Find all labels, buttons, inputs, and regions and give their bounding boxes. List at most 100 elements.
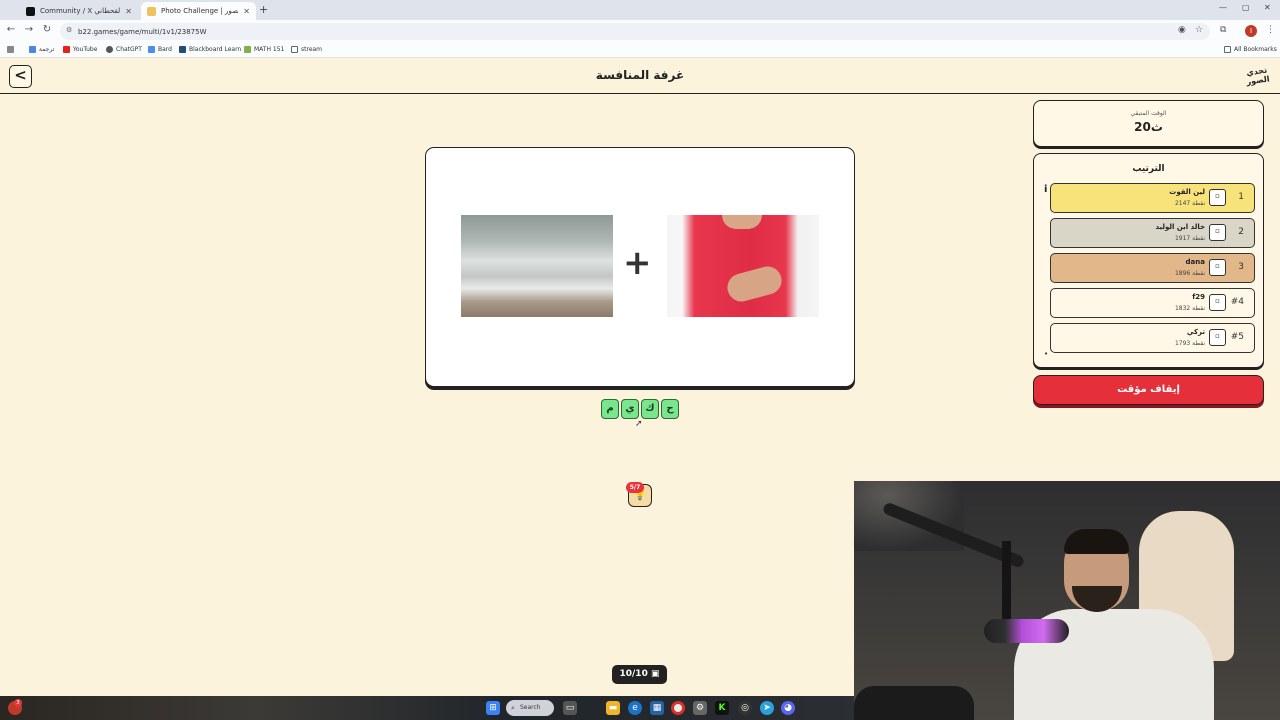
player-points: 1917 نقطة bbox=[1174, 235, 1205, 242]
ranking-panel: الترتيب i 1 ▫ لين القوت 2147 نقطة 2 ▫ خا… bbox=[1033, 153, 1264, 368]
player-rank: #4 bbox=[1230, 297, 1244, 307]
x-logo-icon bbox=[26, 6, 35, 16]
player-name: تركي bbox=[1186, 328, 1205, 336]
bookmark-bard[interactable]: Bard bbox=[148, 46, 172, 53]
minimize-icon[interactable]: — bbox=[1219, 3, 1227, 12]
extensions-icon[interactable]: ⧉ bbox=[1220, 25, 1226, 35]
chrome-icon[interactable] bbox=[671, 701, 685, 715]
player-points: 1832 نقطة bbox=[1174, 305, 1205, 312]
back-button[interactable]: < bbox=[9, 65, 32, 88]
browser-tab-strip: Community / X الوليد القحطاني ✕ Photo Ch… bbox=[0, 0, 1280, 20]
bookmark-blackboard[interactable]: Blackboard Learn bbox=[179, 46, 241, 53]
timer-panel: الوقت المتبقي 20ث bbox=[1033, 100, 1264, 147]
eye-off-icon[interactable]: ◉ bbox=[1178, 25, 1186, 35]
mouse-cursor-icon: ➚ bbox=[635, 419, 643, 429]
folder-icon bbox=[1224, 46, 1231, 53]
letter-tile[interactable]: ي bbox=[621, 399, 639, 419]
round-counter: 10/10 ▣ bbox=[612, 665, 667, 684]
puzzle-card: + bbox=[425, 147, 855, 387]
reload-icon[interactable]: ↻ bbox=[40, 24, 54, 35]
task-view-icon[interactable]: ▭ bbox=[563, 701, 577, 715]
profile-avatar[interactable]: I bbox=[1245, 25, 1257, 37]
bookmark-math151[interactable]: MATH 151 bbox=[244, 46, 284, 53]
chatgpt-icon bbox=[106, 46, 113, 53]
address-bar-row: ← → ↻ ⚙ b22.games/game/multi/1v1/23875W … bbox=[0, 20, 1280, 43]
bookmark-chatgpt[interactable]: ChatGPT bbox=[106, 46, 142, 53]
bookmarks-bar: ترجمة YouTube ChatGPT Bard Blackboard Le… bbox=[0, 43, 1280, 58]
youtube-icon bbox=[63, 46, 70, 53]
game-favicon-icon bbox=[147, 6, 156, 16]
hint-count-badge: 5/7 bbox=[626, 482, 644, 493]
star-icon[interactable]: ☆ bbox=[1195, 25, 1203, 35]
url-text: b22.games/game/multi/1v1/23875W bbox=[78, 27, 207, 36]
bookmark-youtube[interactable]: YouTube bbox=[63, 46, 97, 53]
scroll-indicator[interactable]: • bbox=[1044, 350, 1048, 358]
player-row: 1 ▫ لين القوت 2147 نقطة bbox=[1050, 183, 1255, 213]
tab-photo-challenge[interactable]: Photo Challenge | تحدي الصور ✕ bbox=[141, 2, 256, 20]
forward-arrow-icon[interactable]: → bbox=[22, 24, 36, 35]
bookmark-stream[interactable]: stream bbox=[291, 46, 322, 53]
player-points: 1793 نقطة bbox=[1174, 340, 1205, 347]
bookmark-translate[interactable]: ترجمة bbox=[29, 46, 54, 53]
folder-icon bbox=[291, 46, 298, 53]
close-icon[interactable]: ✕ bbox=[243, 7, 250, 16]
maximize-icon[interactable]: ▢ bbox=[1242, 3, 1250, 12]
search-icon: ⌕ bbox=[511, 704, 515, 712]
math-icon bbox=[244, 46, 251, 53]
window-close-icon[interactable]: ✕ bbox=[1264, 3, 1271, 12]
player-row: #5 ▫ تركي 1793 نقطة bbox=[1050, 323, 1255, 353]
ranking-title: الترتيب bbox=[1132, 164, 1165, 174]
windows-start-icon[interactable]: ⊞ bbox=[486, 701, 500, 715]
all-bookmarks[interactable]: All Bookmarks bbox=[1224, 46, 1277, 53]
letter-tile[interactable]: ك bbox=[641, 399, 659, 419]
taskbar-search[interactable]: ⌕ Search bbox=[506, 700, 554, 716]
app-icon[interactable]: ◎ bbox=[738, 701, 752, 715]
telegram-icon[interactable]: ➤ bbox=[760, 701, 774, 715]
site-info-icon[interactable]: ⚙ bbox=[66, 26, 72, 34]
tab-x-community[interactable]: Community / X الوليد القحطاني ✕ bbox=[20, 2, 138, 20]
player-rank: #5 bbox=[1230, 332, 1244, 342]
player-row: 2 ▫ خالد ابن الوليد 1917 نقطة bbox=[1050, 218, 1255, 248]
info-icon[interactable]: i bbox=[1044, 184, 1047, 195]
new-tab-button[interactable]: + bbox=[259, 3, 268, 16]
stop-timer-button[interactable]: إيقاف مؤقت bbox=[1033, 375, 1264, 405]
game-header: < غرفة المنافسة تحدي الصور bbox=[0, 59, 1280, 94]
player-name: لين القوت bbox=[1169, 188, 1205, 196]
player-rank: 2 bbox=[1238, 227, 1244, 237]
avatar: ▫ bbox=[1209, 294, 1226, 311]
settings-icon[interactable]: ⚙ bbox=[693, 701, 707, 715]
menu-icon[interactable]: ⋮ bbox=[1266, 25, 1275, 35]
sea-image bbox=[461, 215, 613, 317]
player-name: f29 bbox=[1192, 293, 1205, 301]
letter-tile[interactable]: ح bbox=[661, 399, 679, 419]
player-rank: 1 bbox=[1238, 192, 1244, 202]
player-name: dana bbox=[1185, 258, 1205, 266]
close-icon[interactable]: ✕ bbox=[125, 7, 132, 16]
player-row: #4 ▫ f29 1832 نقطة bbox=[1050, 288, 1255, 318]
back-arrow-icon[interactable]: ← bbox=[4, 24, 18, 35]
timer-label: الوقت المتبقي bbox=[1130, 110, 1167, 117]
translate-icon bbox=[29, 46, 36, 53]
tab-title: Community / X الوليد القحطاني bbox=[40, 7, 121, 15]
player-points: 1896 نقطة bbox=[1174, 270, 1205, 277]
player-rank: 3 bbox=[1238, 262, 1244, 272]
bard-icon bbox=[148, 46, 155, 53]
edge-icon[interactable]: e bbox=[628, 701, 642, 715]
apps-grid-icon[interactable] bbox=[7, 46, 14, 53]
player-points: 2147 نقطة bbox=[1174, 200, 1205, 207]
letter-tile[interactable]: م bbox=[601, 399, 619, 419]
tab-title: Photo Challenge | تحدي الصور bbox=[161, 7, 239, 15]
url-field[interactable]: ⚙ b22.games/game/multi/1v1/23875W bbox=[60, 23, 1210, 40]
avatar: ▫ bbox=[1209, 259, 1226, 276]
kick-icon[interactable]: K bbox=[715, 701, 729, 715]
store-icon[interactable]: ▦ bbox=[650, 701, 664, 715]
avatar: ▫ bbox=[1209, 329, 1226, 346]
avatar: ▫ bbox=[1209, 224, 1226, 241]
discord-icon[interactable]: ◕ bbox=[781, 701, 795, 715]
plus-icon: + bbox=[623, 243, 652, 283]
blackboard-icon bbox=[179, 46, 186, 53]
player-row: 3 ▫ dana 1896 نقطة bbox=[1050, 253, 1255, 283]
file-explorer-icon[interactable]: ▬ bbox=[606, 701, 620, 715]
notification-badge: 3 bbox=[14, 699, 22, 707]
streamer bbox=[1014, 529, 1214, 720]
